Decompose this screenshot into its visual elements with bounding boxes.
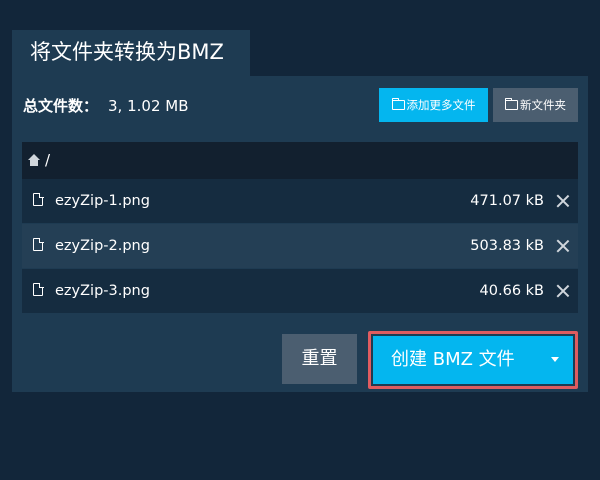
remove-file-icon[interactable] [556,239,570,253]
file-row-3[interactable]: ezyZip-3.png 40.66 kB [22,269,578,314]
new-folder-label: 新文件夹 [520,98,566,112]
page-title-tab: 将文件夹转换为BMZ [12,30,250,76]
remove-file-icon[interactable] [556,194,570,208]
create-bmz-button[interactable]: 创建 BMZ 文件 [373,336,573,384]
file-row-2[interactable]: ezyZip-2.png 503.83 kB [22,224,578,269]
folder-icon [505,98,518,110]
file-list: / ezyZip-1.png 471.07 kB ezyZip-2.png 50… [22,142,578,314]
new-folder-button[interactable]: 新文件夹 [493,88,578,122]
file-row-1[interactable]: ezyZip-1.png 471.07 kB [22,179,578,224]
file-name: ezyZip-3.png [55,283,150,299]
reset-button[interactable]: 重置 [282,334,357,384]
summary-value: 3, 1.02 MB [108,97,189,115]
breadcrumb-path: / [45,151,51,169]
create-button-highlight: 创建 BMZ 文件 [368,331,578,389]
home-icon[interactable] [28,154,40,166]
remove-file-icon[interactable] [556,284,570,298]
folder-add-icon [391,98,405,110]
create-bmz-label: 创建 BMZ 文件 [391,349,515,370]
summary-label: 总文件数： [23,97,99,115]
caret-down-icon[interactable] [551,357,559,362]
breadcrumb: / [22,142,578,179]
reset-label: 重置 [301,348,338,369]
page-title: 将文件夹转换为BMZ [30,40,224,64]
add-more-files-button[interactable]: 添加更多文件 [379,88,488,122]
file-size: 471.07 kB [470,193,544,209]
file-icon [33,237,44,251]
file-name: ezyZip-2.png [55,238,150,254]
file-icon [33,282,44,296]
file-icon [33,192,44,206]
file-summary: 总文件数： 3, 1.02 MB [23,94,189,118]
converter-panel: 总文件数： 3, 1.02 MB 添加更多文件 新文件夹 / ezyZip-1.p… [12,76,588,392]
file-size: 503.83 kB [470,238,544,254]
file-size: 40.66 kB [479,283,544,299]
file-name: ezyZip-1.png [55,193,150,209]
add-more-files-label: 添加更多文件 [406,98,476,112]
